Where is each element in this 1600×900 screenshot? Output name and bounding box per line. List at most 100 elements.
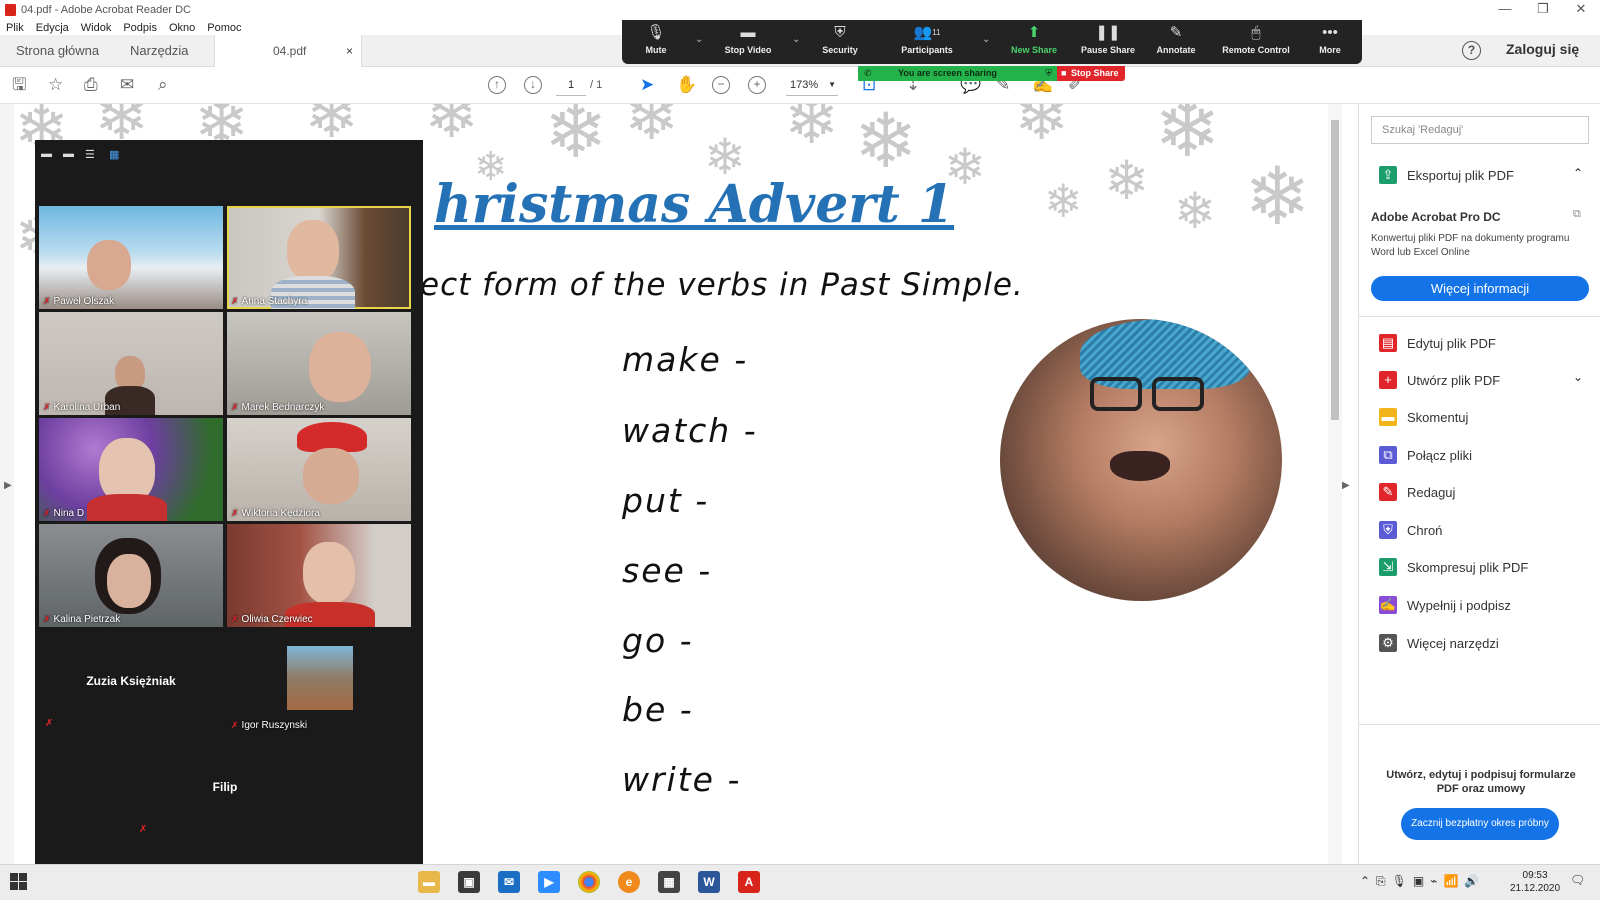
participant-video[interactable]: ✗ Paweł Olszak [39, 206, 223, 309]
signin-button[interactable]: Zaloguj się [1506, 41, 1579, 57]
previous-page-icon[interactable]: ↑ [488, 76, 506, 94]
chevron-down-icon[interactable]: ⌄ [695, 34, 703, 45]
zoom-out-icon[interactable]: − [712, 76, 730, 94]
participant-tile[interactable]: Zuzia Księżniak ✗ [39, 630, 223, 733]
participant-video[interactable]: ✗ Kalina Pietrzak [39, 524, 223, 627]
speaker-view-icon[interactable]: ▬ [63, 148, 74, 160]
chrome-icon[interactable] [578, 871, 600, 893]
annotate-button[interactable]: ✎ Annotate [1150, 23, 1202, 57]
more-tools-icon: ⚙ [1379, 634, 1397, 652]
menu-podpis[interactable]: Podpis [123, 22, 157, 34]
participant-name: Filip [212, 780, 238, 794]
participant-video[interactable]: ✗ Wiktoria Kędziora [227, 418, 411, 521]
browser-icon[interactable]: e [618, 871, 640, 893]
calculator-icon[interactable]: ▦ [658, 871, 680, 893]
next-page-icon[interactable]: ↓ [524, 76, 542, 94]
tool-redact[interactable]: ✎ Redaguj [1379, 483, 1455, 501]
tool-protect[interactable]: ⛨ Chroń [1379, 521, 1442, 539]
menu-plik[interactable]: Plik [6, 22, 24, 34]
chevron-up-icon[interactable]: ⌃ [1573, 166, 1583, 180]
participant-tile[interactable]: ✗ Igor Ruszynski [227, 630, 411, 733]
participant-video[interactable]: ✗ Nina D [39, 418, 223, 521]
free-trial-button[interactable]: Zacznij bezpłatny okres próbny [1401, 808, 1559, 840]
vertical-scrollbar[interactable] [1328, 104, 1342, 864]
new-share-button[interactable]: ⬆ New Share [1006, 23, 1062, 57]
close-button[interactable]: ✕ [1562, 0, 1600, 20]
remote-control-button[interactable]: 🖱 Remote Control [1214, 23, 1298, 57]
system-tray-icons[interactable]: ⌃⎘🎙▣⌁📶🔊 [1360, 874, 1485, 889]
participant-video[interactable]: ✗ Karolina Urban [39, 312, 223, 415]
tool-fill-sign[interactable]: ✍ Wypełnij i podpisz [1379, 596, 1511, 614]
tools-panel: Szukaj 'Redaguj' ⇪ Eksportuj plik PDF ⌃ … [1358, 104, 1600, 868]
tool-more-tools[interactable]: ⚙ Więcej narzędzi [1379, 634, 1499, 652]
more-button[interactable]: ••• More [1310, 23, 1350, 57]
participant-video[interactable]: ✗ Anna Stachyra [227, 206, 411, 309]
zoom-app-icon[interactable]: ▶ [538, 871, 560, 893]
copy-icon[interactable]: ⧉ [1573, 208, 1581, 221]
participant-tile[interactable]: Filip ✗ [133, 736, 317, 839]
chevron-down-icon[interactable]: ⌄ [982, 34, 990, 45]
acrobat-taskbar-icon[interactable]: A [738, 871, 760, 893]
stop-video-button[interactable]: ▬ Stop Video [718, 23, 778, 57]
snowflake-icon: ❄ [544, 104, 608, 175]
minimize-icon[interactable]: ▬ [41, 148, 52, 160]
more-info-button[interactable]: Więcej informacji [1371, 276, 1589, 301]
tool-create-pdf[interactable]: + Utwórz plik PDF [1379, 371, 1500, 389]
help-icon[interactable]: ? [1462, 41, 1481, 60]
windows-taskbar: ▬ ▣ ✉ ▶ e ▦ W A ⌃⎘🎙▣⌁📶🔊 09:53 21.12.2020… [0, 864, 1600, 900]
title-bar: 04.pdf - Adobe Acrobat Reader DC [0, 0, 1600, 20]
tab-home[interactable]: Strona główna [16, 35, 99, 67]
menu-widok[interactable]: Widok [81, 22, 112, 34]
strip-view-icon[interactable]: ☰ [85, 148, 95, 161]
zoom-level-select[interactable]: 173% ▼ [786, 74, 838, 96]
chevron-down-icon[interactable]: ⌄ [792, 34, 800, 45]
restore-button[interactable]: ❐ [1524, 0, 1562, 20]
security-button[interactable]: ⛨ Security [812, 23, 868, 57]
participant-video[interactable]: ✗ Oliwia Czerwiec [227, 524, 411, 627]
tab-document[interactable]: 04.pdf × [214, 35, 362, 68]
bookmark-star-icon[interactable]: ☆ [48, 76, 63, 94]
menu-pomoc[interactable]: Pomoc [207, 22, 241, 34]
stop-share-button[interactable]: ■ Stop Share [1057, 66, 1125, 81]
export-pdf-item[interactable]: ⇪ Eksportuj plik PDF [1379, 166, 1514, 184]
chevron-down-icon: ▼ [828, 80, 836, 89]
participants-button[interactable]: 👥11 Participants [892, 23, 962, 57]
tools-search-input[interactable]: Szukaj 'Redaguj' [1371, 116, 1589, 144]
file-explorer-icon[interactable]: ▬ [418, 871, 440, 893]
clock-time: 09:53 [1522, 870, 1548, 881]
email-icon[interactable]: ✉ [120, 76, 134, 94]
print-icon[interactable]: ⎙ [84, 76, 98, 94]
collapse-panel-icon[interactable]: ▶ [1342, 480, 1350, 491]
hand-tool-icon[interactable]: ✋ [676, 76, 697, 94]
clock[interactable]: 09:53 21.12.2020 [1510, 869, 1560, 895]
tool-combine[interactable]: ⧉ Połącz pliki [1379, 446, 1472, 464]
menu-okno[interactable]: Okno [169, 22, 195, 34]
scrollbar-thumb[interactable] [1331, 120, 1339, 420]
minimize-button[interactable]: — [1486, 0, 1524, 20]
tool-edit-pdf[interactable]: ▤ Edytuj plik PDF [1379, 334, 1496, 352]
participant-video[interactable]: ✗ Marek Bednarczyk [227, 312, 411, 415]
save-icon[interactable]: 🖫 [12, 76, 26, 94]
expand-left-icon[interactable]: ▶ [4, 480, 12, 491]
store-icon[interactable]: ▣ [458, 871, 480, 893]
select-cursor-icon[interactable]: ➤ [640, 76, 654, 94]
tool-compress[interactable]: ⇲ Skompresuj plik PDF [1379, 558, 1528, 576]
muted-mic-icon: ✗ [231, 402, 239, 412]
zoom-in-icon[interactable]: + [748, 76, 766, 94]
search-icon[interactable]: ⌕ [158, 76, 168, 94]
word-icon[interactable]: W [698, 871, 720, 893]
page-number-input[interactable]: 1 [556, 74, 586, 96]
close-tab-icon[interactable]: × [346, 35, 353, 67]
mail-icon[interactable]: ✉ [498, 871, 520, 893]
tool-label: Więcej narzędzi [1407, 635, 1499, 651]
video-camera-icon: ▬ [740, 24, 756, 41]
menu-edycja[interactable]: Edycja [36, 22, 69, 34]
gallery-view-icon[interactable]: ▦ [109, 148, 119, 161]
chevron-down-icon[interactable]: ⌄ [1573, 370, 1583, 384]
windows-start-icon[interactable] [10, 873, 28, 891]
pause-share-button[interactable]: ❚❚ Pause Share [1076, 23, 1140, 57]
tab-tools[interactable]: Narzędzia [130, 35, 189, 67]
notification-icon[interactable]: 🗨 [1570, 873, 1585, 887]
tool-comment[interactable]: ▬ Skomentuj [1379, 408, 1468, 426]
mute-button[interactable]: 🎙 Mute [632, 23, 680, 57]
